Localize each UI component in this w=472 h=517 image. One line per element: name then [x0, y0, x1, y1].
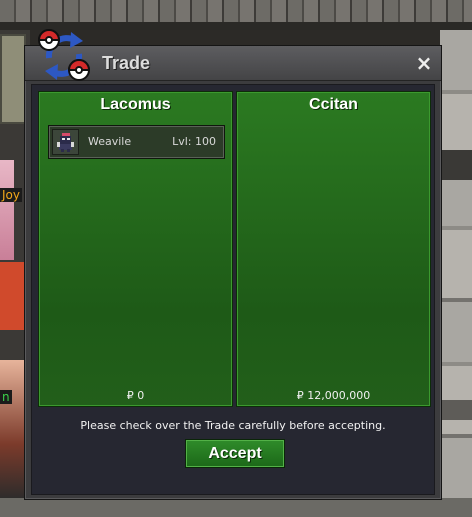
close-button[interactable]: × — [414, 52, 434, 74]
game-map-sign — [0, 34, 26, 124]
pokemon-name: Weavile — [88, 135, 132, 148]
game-map-wall-gap — [440, 400, 472, 420]
game-map-right-wall — [440, 30, 472, 517]
money-offer-right: ₽ 12,000,000 — [296, 389, 371, 402]
npc-sprite — [0, 160, 14, 260]
offer-item[interactable]: Weavile Lvl: 100 — [48, 125, 225, 159]
trader-name-left: Lacomus — [100, 96, 171, 113]
game-map-top-wall — [0, 0, 472, 30]
weavile-sprite-icon — [52, 129, 79, 155]
game-map-wall-gap — [440, 150, 472, 180]
pokemon-level: Lvl: 100 — [172, 135, 216, 148]
npc-sprite-red — [0, 262, 26, 330]
game-map-floor — [0, 498, 472, 517]
trade-body: Lacomus Weavile Lvl: 100 ₽ 0 Ccitan ₽ 12… — [31, 84, 435, 495]
trade-notice: Please check over the Trade carefully be… — [80, 419, 386, 432]
trade-window: Trade × Lacomus Weavile Lvl: 100 ₽ 0 Cci… — [24, 29, 442, 500]
trader-name-right: Ccitan — [309, 96, 358, 113]
player-name-label: n — [0, 390, 12, 404]
player-sprite — [0, 360, 24, 500]
pokeball-swap-icon — [37, 29, 91, 81]
window-title: Trade — [102, 53, 151, 73]
trader-panel-right: Ccitan ₽ 12,000,000 — [236, 91, 431, 407]
accept-button[interactable]: Accept — [185, 439, 285, 468]
npc-name-label: Joy — [0, 188, 22, 202]
money-offer-left: ₽ 0 — [126, 389, 145, 402]
trader-panel-left: Lacomus Weavile Lvl: 100 ₽ 0 — [38, 91, 233, 407]
